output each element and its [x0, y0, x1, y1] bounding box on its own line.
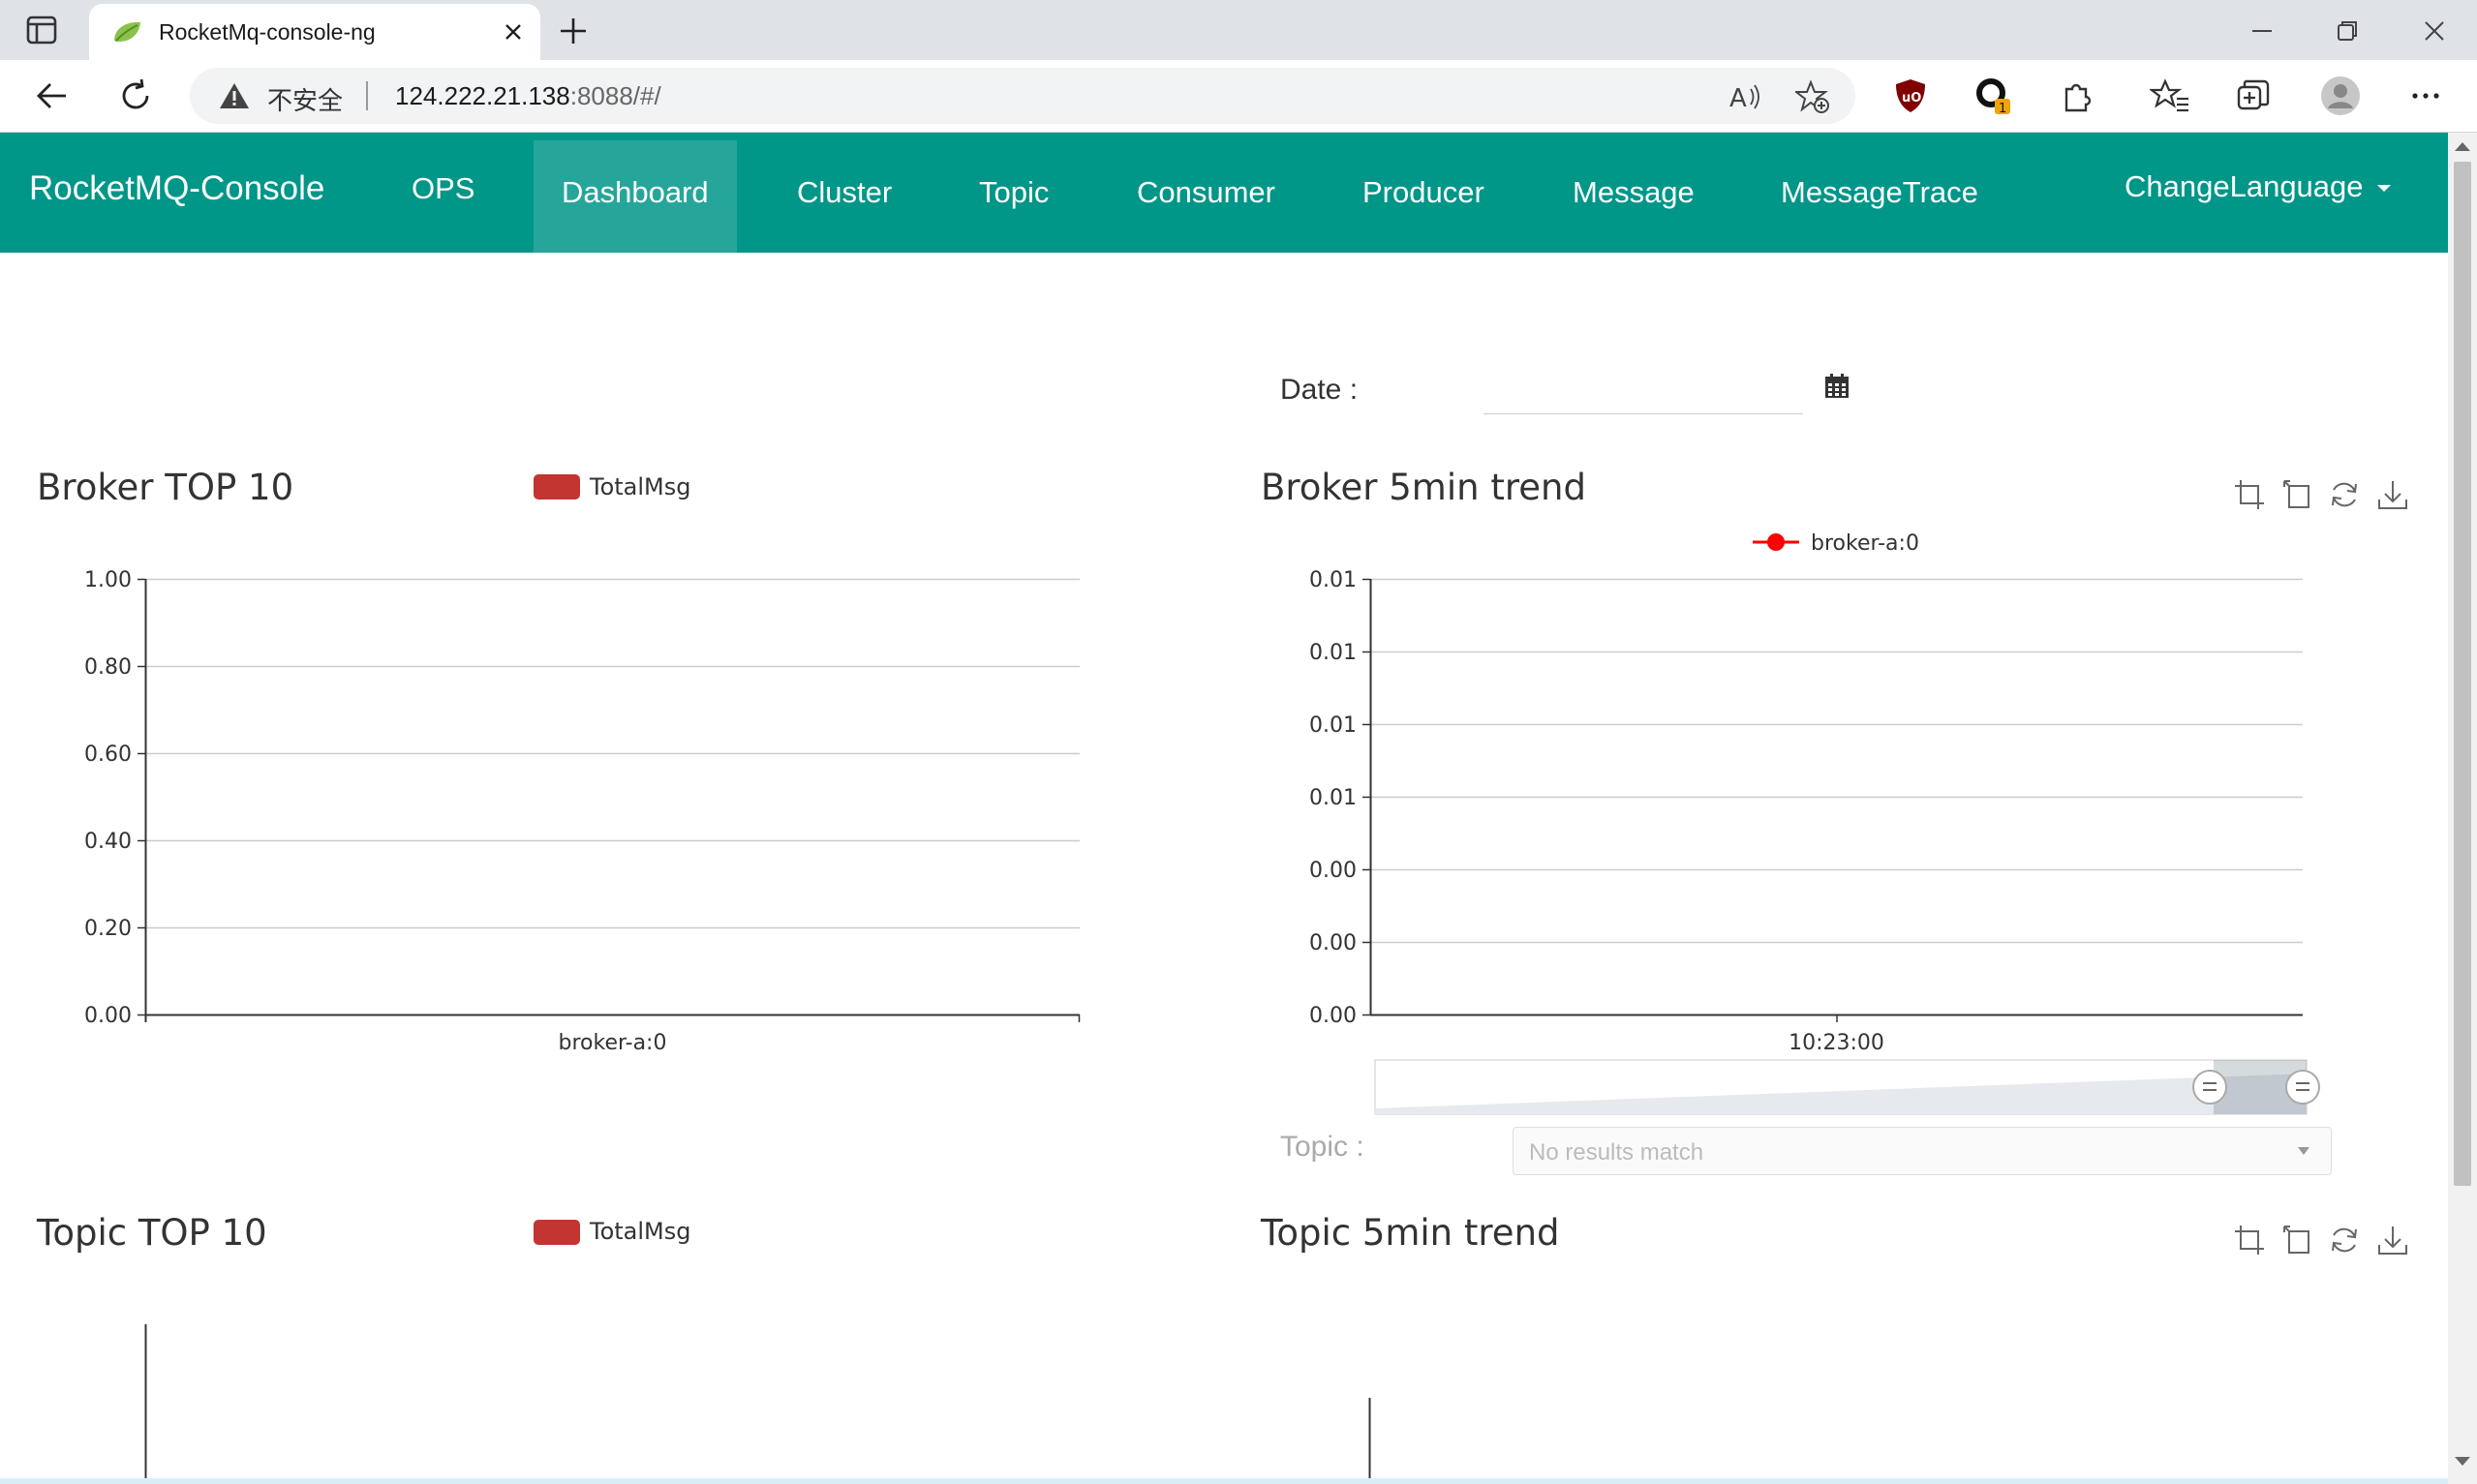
more-options-icon[interactable]	[2405, 76, 2446, 116]
y-tick-label: 0.00	[1309, 859, 1357, 883]
broker-trend-title: Broker 5min trend	[1261, 467, 1586, 508]
add-favorite-icon[interactable]	[1795, 79, 1830, 114]
y-tick-label: 1.00	[84, 568, 132, 592]
favorites-icon[interactable]	[2150, 76, 2190, 116]
scroll-up-icon[interactable]	[2455, 142, 2470, 151]
tab-actions-icon[interactable]	[25, 14, 58, 46]
x-tick-label: broker-a:0	[559, 1031, 667, 1055]
y-tick-label: 0.00	[1309, 931, 1357, 955]
address-bar[interactable]: 不安全 124.222.21.138:8088/#/ A	[190, 68, 1855, 124]
x-tick-label: 10:23:00	[1789, 1031, 1884, 1055]
change-language-dropdown[interactable]: ChangeLanguage	[2125, 169, 2391, 204]
restore-refresh-icon[interactable]	[2328, 1224, 2361, 1257]
y-tick-label: 0.40	[84, 830, 132, 854]
nav-topic[interactable]: Topic	[979, 175, 1049, 210]
url-divider	[366, 81, 368, 110]
y-tick-label: 0.01	[1309, 568, 1357, 592]
y-tick-label: 0.01	[1309, 713, 1357, 738]
legend-label[interactable]: TotalMsg	[590, 473, 691, 500]
tab-title: RocketMq-console-ng	[159, 19, 376, 45]
legend-swatch[interactable]	[534, 474, 580, 500]
profile-avatar-icon[interactable]	[2320, 76, 2361, 116]
refresh-icon[interactable]	[116, 76, 155, 115]
calendar-icon[interactable]	[1824, 374, 1850, 399]
topic-trend-title: Topic 5min trend	[1261, 1212, 1560, 1254]
svg-text:1: 1	[1999, 102, 2006, 116]
close-tab-icon[interactable]	[500, 18, 527, 45]
topic-select-placeholder: No results match	[1529, 1139, 1704, 1166]
restore-refresh-icon[interactable]	[2328, 478, 2361, 511]
broker-top-title: Broker TOP 10	[37, 467, 294, 508]
nav-message-trace[interactable]: MessageTrace	[1781, 175, 1978, 210]
spring-leaf-icon	[114, 21, 140, 43]
legend-marker-icon	[1767, 533, 1785, 551]
url-text[interactable]: 124.222.21.138:8088/#/	[395, 81, 661, 111]
y-tick-label: 0.00	[84, 1004, 132, 1028]
nav-producer[interactable]: Producer	[1362, 175, 1484, 210]
nav-ops[interactable]: OPS	[412, 171, 474, 206]
address-toolbar: 不安全 124.222.21.138:8088/#/ A uO 1	[0, 60, 2477, 133]
line-legend: broker-a:0	[1753, 531, 1919, 556]
date-label: Date :	[1280, 374, 1359, 406]
legend-swatch[interactable]	[534, 1220, 580, 1245]
chevron-down-icon	[2298, 1147, 2309, 1155]
topic-top-chart	[144, 1324, 147, 1481]
zoom-area-icon[interactable]	[2233, 478, 2266, 511]
datazoom-left-handle[interactable]	[2192, 1070, 2227, 1105]
topic-select[interactable]: No results match	[1513, 1127, 2332, 1175]
scroll-thumb[interactable]	[2454, 162, 2471, 1186]
top-navbar: RocketMQ-Console OPS Dashboard Cluster T…	[0, 133, 2448, 253]
y-tick-label: 0.60	[84, 742, 132, 767]
topic-label: Topic :	[1280, 1131, 1364, 1163]
caret-down-icon	[2376, 185, 2391, 193]
download-icon[interactable]	[2376, 478, 2409, 511]
extensions-puzzle-icon[interactable]	[2057, 76, 2097, 116]
download-icon[interactable]	[2376, 1224, 2409, 1257]
scroll-down-icon[interactable]	[2455, 1457, 2470, 1466]
svg-text:A: A	[1729, 84, 1747, 113]
not-secure-label[interactable]: 不安全	[267, 81, 343, 117]
zoom-reset-icon[interactable]	[2281, 1224, 2314, 1257]
topic-trend-chart	[1368, 1398, 1371, 1481]
restore-icon[interactable]	[2330, 14, 2365, 48]
page-scrollbar[interactable]	[2448, 133, 2477, 1484]
close-window-icon[interactable]	[2417, 14, 2452, 48]
legend-label[interactable]: TotalMsg	[590, 1218, 691, 1245]
read-aloud-icon[interactable]: A	[1728, 79, 1762, 114]
back-arrow-icon[interactable]	[33, 76, 72, 115]
y-tick-label: 0.01	[1309, 786, 1357, 810]
y-tick-label: 0.80	[84, 655, 132, 680]
collections-icon[interactable]	[2233, 76, 2274, 116]
browser-tab[interactable]: RocketMq-console-ng	[89, 4, 540, 60]
new-tab-icon[interactable]	[556, 14, 591, 48]
drag-handle-icon	[2285, 1070, 2320, 1105]
nav-message[interactable]: Message	[1573, 175, 1695, 210]
broker-trend-chart: broker-a:0 0.00 0.00 0.00 0.01 0.01 0.01 0.01 10…	[1309, 531, 2320, 1115]
brand-logo[interactable]: RocketMQ-Console	[29, 169, 324, 208]
ublock-shield-icon[interactable]: uO	[1890, 76, 1931, 116]
legend-label: broker-a:0	[1811, 531, 1919, 556]
zoom-reset-icon[interactable]	[2281, 478, 2314, 511]
topic-top-title: Topic TOP 10	[37, 1212, 267, 1254]
extension-circle-icon[interactable]: 1	[1973, 76, 2014, 116]
zoom-area-icon[interactable]	[2233, 1224, 2266, 1257]
browser-tab-strip: RocketMq-console-ng	[0, 0, 2477, 60]
drag-handle-icon	[2192, 1070, 2227, 1105]
datazoom-right-handle[interactable]	[2285, 1070, 2320, 1105]
nav-dashboard[interactable]: Dashboard	[562, 175, 709, 210]
svg-text:uO: uO	[1902, 91, 1921, 106]
y-tick-label: 0.00	[1309, 1004, 1357, 1028]
minimize-icon[interactable]	[2245, 14, 2279, 48]
nav-cluster[interactable]: Cluster	[797, 175, 892, 210]
broker-top-chart: 0.00 0.20 0.40 0.60 0.80 1.00 broker-a:0	[84, 568, 1081, 1055]
date-input[interactable]	[1483, 360, 1803, 414]
status-strip	[0, 1478, 2448, 1484]
nav-consumer[interactable]: Consumer	[1137, 175, 1275, 210]
y-tick-label: 0.20	[84, 917, 132, 941]
warning-icon[interactable]	[219, 81, 250, 110]
y-tick-label: 0.01	[1309, 641, 1357, 665]
